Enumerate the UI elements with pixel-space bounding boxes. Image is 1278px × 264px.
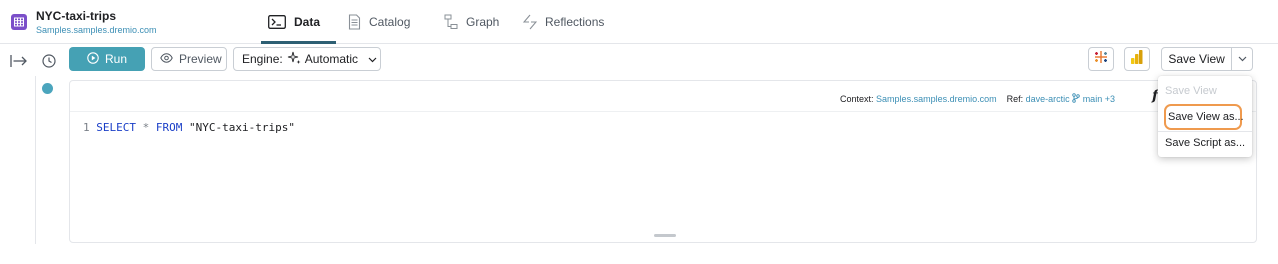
menu-item-save-script-as[interactable]: Save Script as... [1165,137,1245,149]
left-gutter [0,76,36,244]
graph-icon [444,14,458,30]
dataset-path-link[interactable]: Samples.samples.dremio.com [36,25,157,35]
engine-label: Engine: [242,52,283,66]
menu-item-save-view: Save View [1165,85,1217,97]
sparkle-icon [287,51,301,68]
power-bi-button[interactable] [1124,47,1150,71]
tab-graph[interactable]: Graph [444,0,499,44]
header: NYC-taxi-trips Samples.samples.dremio.co… [0,0,1278,44]
run-button[interactable]: Run [69,47,145,71]
history-clock-icon[interactable] [40,52,58,70]
run-button-label: Run [104,52,127,66]
tableau-button[interactable] [1088,47,1114,71]
branch-icon [1072,93,1083,104]
code-line[interactable]: 1 SELECT * FROM "NYC-taxi-trips" [83,121,295,134]
eye-icon [160,52,173,66]
editor-toolbar: Run Preview Engine: Automatic Save View [0,44,1278,76]
star-operator: * [142,121,150,134]
branch-extra-count[interactable]: +3 [1105,94,1115,104]
menu-item-save-view-as[interactable]: Save View as... [1164,104,1244,130]
context-label: Context: [840,94,874,104]
keyword-select: SELECT [96,121,136,134]
engine-value: Automatic [304,52,359,66]
play-icon [87,51,99,67]
tab-catalog[interactable]: Catalog [348,0,410,44]
context-info: Context: Samples.samples.dremio.com Ref:… [840,93,1115,104]
document-icon [348,14,361,30]
save-view-split-button[interactable]: Save View [1161,47,1253,71]
query-status-dot [42,83,53,94]
ref-value-link[interactable]: dave-arctic [1026,94,1070,104]
ref-label: Ref: [1006,94,1024,104]
tab-data[interactable]: Data [268,0,320,44]
expand-sidebar-icon[interactable] [10,52,28,70]
power-bi-icon [1130,49,1144,70]
editor-context-bar: Context: Samples.samples.dremio.com Ref:… [70,81,1256,112]
preview-button[interactable]: Preview [151,47,227,71]
dataset-table-icon [11,14,27,30]
preview-button-label: Preview [179,52,222,66]
tab-reflections-label: Reflections [545,15,605,29]
tableau-icon [1093,49,1109,70]
terminal-icon [268,15,286,29]
tab-reflections[interactable]: Reflections [523,0,604,44]
tab-data-label: Data [294,15,321,29]
editor-resize-handle[interactable] [654,234,676,237]
context-value-link[interactable]: Samples.samples.dremio.com [876,94,997,104]
branch-value-link[interactable]: main [1083,94,1103,104]
line-number: 1 [83,121,90,134]
save-view-button-label[interactable]: Save View [1162,52,1231,66]
menu-divider [1158,131,1252,132]
keyword-from: FROM [155,121,183,134]
chevron-down-icon[interactable] [1231,48,1252,70]
chevron-down-icon [368,52,377,66]
engine-select[interactable]: Engine: Automatic [233,47,381,71]
dataset-title: NYC-taxi-trips [36,9,117,23]
table-identifier: "NYC-taxi-trips" [189,121,295,134]
sql-editor[interactable]: Context: Samples.samples.dremio.com Ref:… [69,80,1257,243]
tab-graph-label: Graph [466,15,500,29]
save-view-menu: Save View Save View as... Save Script as… [1158,76,1252,157]
reflections-icon [523,14,537,30]
tab-catalog-label: Catalog [369,15,411,29]
